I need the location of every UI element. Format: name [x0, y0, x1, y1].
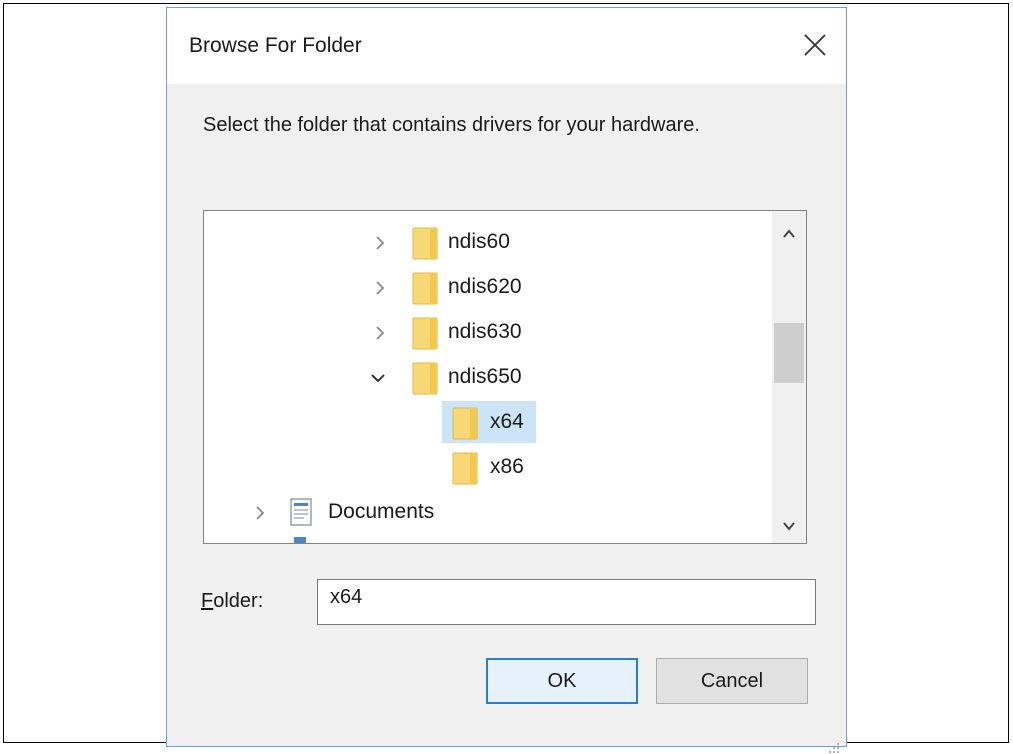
chevron-right-icon[interactable] [370, 323, 390, 343]
chevron-right-icon[interactable] [370, 278, 390, 298]
browse-for-folder-dialog: Browse For Folder Select the folder that… [166, 7, 847, 753]
tree-item-documents[interactable]: Documents [204, 493, 774, 533]
tree-item-label: x86 [490, 455, 524, 478]
folder-icon [412, 227, 438, 260]
resize-grip-icon[interactable] [826, 740, 840, 754]
dialog-title: Browse For Folder [189, 34, 362, 57]
tree-item-x86[interactable]: x86 [204, 448, 774, 488]
chevron-right-icon[interactable] [370, 233, 390, 253]
tree-item-ndis620[interactable]: ndis620 [204, 268, 774, 308]
folder-field-label: Folder: [201, 590, 264, 612]
scroll-thumb[interactable] [774, 323, 804, 383]
folder-tree[interactable]: ndis60 ndis620 ndis630 ndis650 x64 x86 D… [203, 210, 807, 544]
folder-icon [412, 362, 438, 395]
scroll-up-button[interactable] [772, 217, 806, 251]
folder-input-value: x64 [330, 586, 363, 608]
tree-item-ndis630[interactable]: ndis630 [204, 313, 774, 353]
tree-item-label: x64 [490, 410, 524, 433]
chevron-up-icon [783, 229, 795, 238]
tree-item-x64[interactable]: x64 [204, 403, 774, 443]
tree-item-ndis60[interactable]: ndis60 [204, 223, 774, 263]
documents-icon [290, 498, 312, 526]
tree-scrollbar[interactable] [772, 211, 806, 543]
folder-icon [452, 407, 478, 440]
cancel-button[interactable]: Cancel [656, 658, 808, 704]
tree-item-label: ndis620 [448, 275, 522, 298]
tree-item-label: ndis60 [448, 230, 510, 253]
chevron-down-icon[interactable] [368, 368, 388, 388]
chevron-right-icon[interactable] [250, 503, 270, 523]
tree-item-label: ndis650 [448, 365, 522, 388]
folder-icon [452, 452, 478, 485]
folder-icon [412, 272, 438, 305]
tree-item-ndis650[interactable]: ndis650 [204, 358, 774, 398]
close-button[interactable] [800, 30, 830, 60]
title-bar: Browse For Folder [167, 8, 846, 84]
folder-input[interactable]: x64 [317, 579, 816, 625]
close-icon [804, 34, 826, 56]
chevron-down-icon [783, 522, 795, 531]
tree-item-label: ndis630 [448, 320, 522, 343]
tree-item-label: Documents [328, 500, 435, 523]
instruction-text: Select the folder that contains drivers … [203, 114, 700, 136]
ok-button[interactable]: OK [486, 658, 638, 704]
tree-item-partial [294, 537, 306, 543]
scroll-down-button[interactable] [772, 509, 806, 543]
folder-field-label-rest: older: [213, 590, 264, 612]
folder-icon [412, 317, 438, 350]
